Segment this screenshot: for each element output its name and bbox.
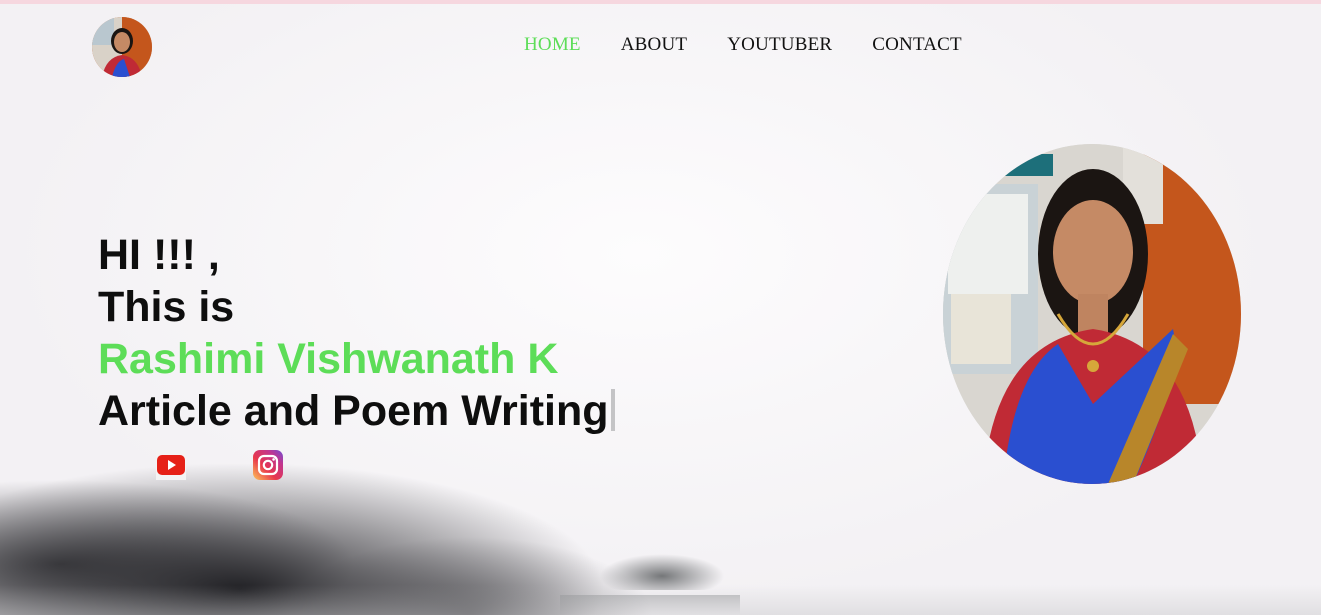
nav-contact[interactable]: CONTACT bbox=[872, 34, 962, 56]
island-reflection bbox=[560, 595, 740, 615]
instagram-link[interactable] bbox=[253, 450, 283, 480]
main-navigation: HOME ABOUT YOUTUBER CONTACT bbox=[524, 34, 962, 56]
island-silhouette bbox=[600, 546, 724, 590]
portrait-photo-icon bbox=[943, 144, 1241, 484]
instagram-icon bbox=[253, 450, 283, 480]
hero-role: Article and Poem Writing bbox=[98, 387, 609, 435]
hero-role-line: Article and Poem Writing bbox=[98, 385, 615, 437]
nav-about[interactable]: ABOUT bbox=[621, 34, 687, 56]
hero-intro: HI !!! , This is Rashimi Vishwanath K Ar… bbox=[98, 229, 615, 437]
hero-intro-line: This is bbox=[98, 283, 235, 331]
youtube-link[interactable] bbox=[156, 450, 186, 480]
youtube-icon bbox=[156, 450, 186, 480]
social-links bbox=[156, 450, 283, 480]
typing-cursor bbox=[610, 389, 615, 431]
avatar-photo-icon bbox=[92, 17, 152, 77]
hero-greeting: HI !!! , bbox=[98, 231, 220, 279]
nav-youtuber[interactable]: YOUTUBER bbox=[727, 34, 832, 56]
nav-home[interactable]: HOME bbox=[524, 34, 581, 56]
profile-logo-avatar[interactable] bbox=[92, 17, 152, 77]
hero-name: Rashimi Vishwanath K bbox=[98, 335, 559, 383]
profile-portrait bbox=[943, 144, 1241, 484]
